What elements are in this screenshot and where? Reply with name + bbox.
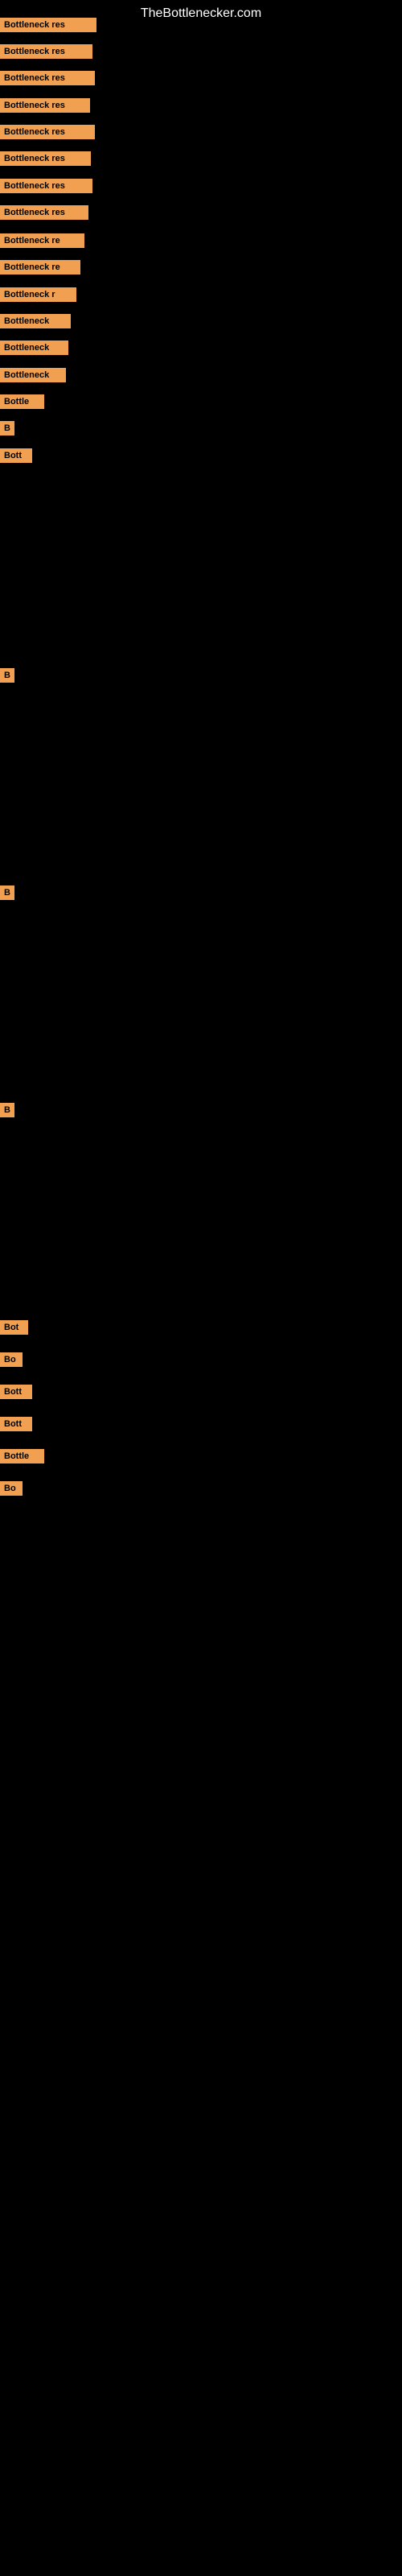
bottleneck-item-19: B [0, 886, 14, 900]
bottleneck-item-23: Bott [0, 1385, 32, 1399]
bottleneck-item-18: B [0, 668, 14, 683]
bottleneck-item-1: Bottleneck res [0, 18, 96, 32]
bottleneck-item-10: Bottleneck re [0, 260, 80, 275]
bottleneck-item-26: Bo [0, 1481, 23, 1496]
bottleneck-item-15: Bottle [0, 394, 44, 409]
bottleneck-item-2: Bottleneck res [0, 44, 92, 59]
bottleneck-item-9: Bottleneck re [0, 233, 84, 248]
bottleneck-item-3: Bottleneck res [0, 71, 95, 85]
bottleneck-item-6: Bottleneck res [0, 151, 91, 166]
bottleneck-item-11: Bottleneck r [0, 287, 76, 302]
bottleneck-item-5: Bottleneck res [0, 125, 95, 139]
bottleneck-item-8: Bottleneck res [0, 205, 88, 220]
bottleneck-item-20: B [0, 1103, 14, 1117]
bottleneck-item-22: Bo [0, 1352, 23, 1367]
bottleneck-item-13: Bottleneck [0, 341, 68, 355]
bottleneck-item-21: Bot [0, 1320, 28, 1335]
bottleneck-item-4: Bottleneck res [0, 98, 90, 113]
bottleneck-item-24: Bott [0, 1417, 32, 1431]
bottleneck-item-25: Bottle [0, 1449, 44, 1463]
bottleneck-item-17: Bott [0, 448, 32, 463]
bottleneck-item-14: Bottleneck [0, 368, 66, 382]
bottleneck-item-7: Bottleneck res [0, 179, 92, 193]
bottleneck-item-16: B [0, 421, 14, 436]
bottleneck-item-12: Bottleneck [0, 314, 71, 328]
